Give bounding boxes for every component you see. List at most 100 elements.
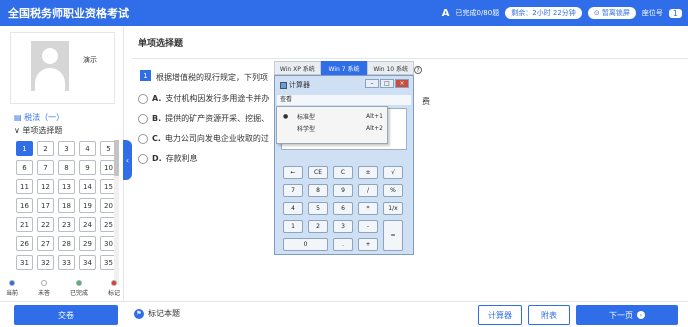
option-letter: A. [152, 94, 162, 103]
question-cell[interactable]: 19 [79, 198, 96, 213]
calc-key[interactable]: ± [358, 166, 378, 179]
question-cell[interactable]: 13 [58, 179, 75, 194]
calc-key[interactable]: 6 [333, 202, 353, 215]
calc-key[interactable]: + [358, 238, 378, 251]
collapse-sidebar-button[interactable]: ‹ [123, 140, 132, 180]
tab-win-10[interactable]: Win 10 系统 [367, 61, 415, 75]
question-cell[interactable]: 4 [79, 141, 96, 156]
calc-key[interactable]: √ [383, 166, 403, 179]
calc-key[interactable]: / [358, 184, 378, 197]
question-cell[interactable]: 26 [16, 236, 33, 251]
question-cell[interactable]: 31 [16, 255, 33, 270]
legend-label: 标记 [107, 290, 120, 297]
radio-a[interactable] [138, 93, 148, 104]
calc-key[interactable]: % [383, 184, 403, 197]
legend-dot [40, 280, 47, 286]
legend-label: 已完成 [69, 290, 88, 297]
radio-d[interactable] [138, 153, 148, 164]
question-cell[interactable]: 9 [79, 160, 96, 175]
divider [132, 58, 688, 59]
sidebar-scrollbar[interactable] [114, 140, 119, 285]
question-cell[interactable]: 32 [37, 255, 54, 270]
question-cell[interactable]: 24 [79, 217, 96, 232]
arrow-right-icon: › [637, 311, 645, 319]
question-cell[interactable]: 7 [37, 160, 54, 175]
maximize-button[interactable]: □ [380, 79, 394, 88]
question-cell[interactable]: 34 [79, 255, 96, 270]
question-cell[interactable]: 2 [37, 141, 54, 156]
question-cell[interactable]: 29 [79, 236, 96, 251]
calculator-button[interactable]: 计算器 [478, 305, 522, 325]
seat-label: 座位号 [641, 9, 663, 17]
next-page-button[interactable]: 下一页 › [576, 305, 678, 325]
calc-key[interactable]: CE [308, 166, 328, 179]
menu-item-standard[interactable]: ● 标准型 Alt+1 [283, 112, 383, 121]
appendix-button[interactable]: 附表 [528, 305, 570, 325]
option-c[interactable]: C. 电力公司向发电企业收取的过 [138, 133, 269, 144]
calc-key[interactable]: 0 [283, 238, 328, 251]
candidate-card: 演示 [10, 32, 115, 104]
question-cell[interactable]: 33 [58, 255, 75, 270]
menu-item-scientific[interactable]: 科学型 Alt+2 [283, 124, 383, 133]
question-cell[interactable]: 22 [37, 217, 54, 232]
question-cell[interactable]: 6 [16, 160, 33, 175]
option-text: 提供的矿产资源开采、挖掘、 [165, 114, 270, 123]
question-cell[interactable]: 18 [58, 198, 75, 213]
question-cell[interactable]: 11 [16, 179, 33, 194]
question-cell[interactable]: 23 [58, 217, 75, 232]
radio-c[interactable] [138, 133, 148, 144]
radio-b[interactable] [138, 113, 148, 124]
help-icon[interactable]: ? [414, 66, 422, 74]
question-cell[interactable]: 3 [58, 141, 75, 156]
scroll-thumb[interactable] [114, 140, 119, 176]
calc-key[interactable]: - [358, 220, 378, 233]
option-a[interactable]: A. 支付机构因发行多用途卡并办 [138, 93, 269, 104]
calc-key[interactable]: 8 [308, 184, 328, 197]
tab-win-7[interactable]: Win 7 系统 [320, 61, 368, 75]
question-cell[interactable]: 12 [37, 179, 54, 194]
question-cell[interactable]: 28 [58, 236, 75, 251]
calc-key[interactable]: 1/x [383, 202, 403, 215]
calc-key[interactable]: 2 [308, 220, 328, 233]
question-cell[interactable]: 27 [37, 236, 54, 251]
question-cell[interactable]: 17 [37, 198, 54, 213]
time-remaining: 剩余：2小时 22分钟 [505, 7, 582, 19]
calc-key[interactable]: ← [283, 166, 303, 179]
tab-win-xp[interactable]: Win XP 系统 [274, 61, 321, 75]
menu-item-label: 标准型 [297, 114, 316, 121]
calculator-keypad: ← CE C ± √ 7 8 9 /% 4 5 6 * 1/x 1 2 3- = 0. + [283, 166, 407, 251]
candidate-name: 演示 [83, 56, 97, 64]
close-button[interactable]: × [395, 79, 409, 88]
calc-key[interactable]: C [333, 166, 353, 179]
calc-key[interactable]: 9 [333, 184, 353, 197]
subsection-label: 单项选择题 [22, 126, 63, 135]
lock-screen-button[interactable]: ⊙ 暂离锁屏 [587, 7, 636, 19]
calc-key[interactable]: * [358, 202, 378, 215]
question-cell[interactable]: 8 [58, 160, 75, 175]
calc-key[interactable]: 1 [283, 220, 303, 233]
question-cell[interactable]: 16 [16, 198, 33, 213]
question-grid: 1 2 3 4 5 6 7 8 9 10 11 12 13 14 15 16 17 18 19 20 21 22 23 24 2… [16, 141, 117, 270]
question-cell[interactable]: 14 [79, 179, 96, 194]
option-text: 电力公司向发电企业收取的过 [164, 134, 269, 143]
option-letter: C. [152, 134, 161, 143]
option-b[interactable]: B. 提供的矿产资源开采、挖掘、 [138, 113, 269, 124]
font-size-icon[interactable]: A [442, 8, 450, 19]
minimize-button[interactable]: – [365, 79, 379, 88]
question-cell[interactable]: 1 [16, 141, 33, 156]
submit-button[interactable]: 交卷 [14, 305, 118, 325]
mark-question-button[interactable]: ⚑ 标记本题 [134, 308, 180, 319]
question-cell[interactable]: 21 [16, 217, 33, 232]
section-title[interactable]: ▤ 税法（一） [14, 112, 64, 123]
option-d[interactable]: D. 存款利息 [138, 153, 198, 164]
lock-screen-label: 暂离锁屏 [601, 9, 630, 17]
calc-key[interactable]: = [383, 220, 403, 251]
calc-key[interactable]: . [333, 238, 353, 251]
calc-key[interactable]: 4 [283, 202, 303, 215]
view-menu[interactable]: 查看 [277, 95, 411, 105]
calc-key[interactable]: 5 [308, 202, 328, 215]
calculator-title-bar[interactable]: 计算器 [280, 80, 310, 90]
subsection-title[interactable]: ∨ 单项选择题 [14, 125, 62, 136]
calc-key[interactable]: 3 [333, 220, 353, 233]
calc-key[interactable]: 7 [283, 184, 303, 197]
